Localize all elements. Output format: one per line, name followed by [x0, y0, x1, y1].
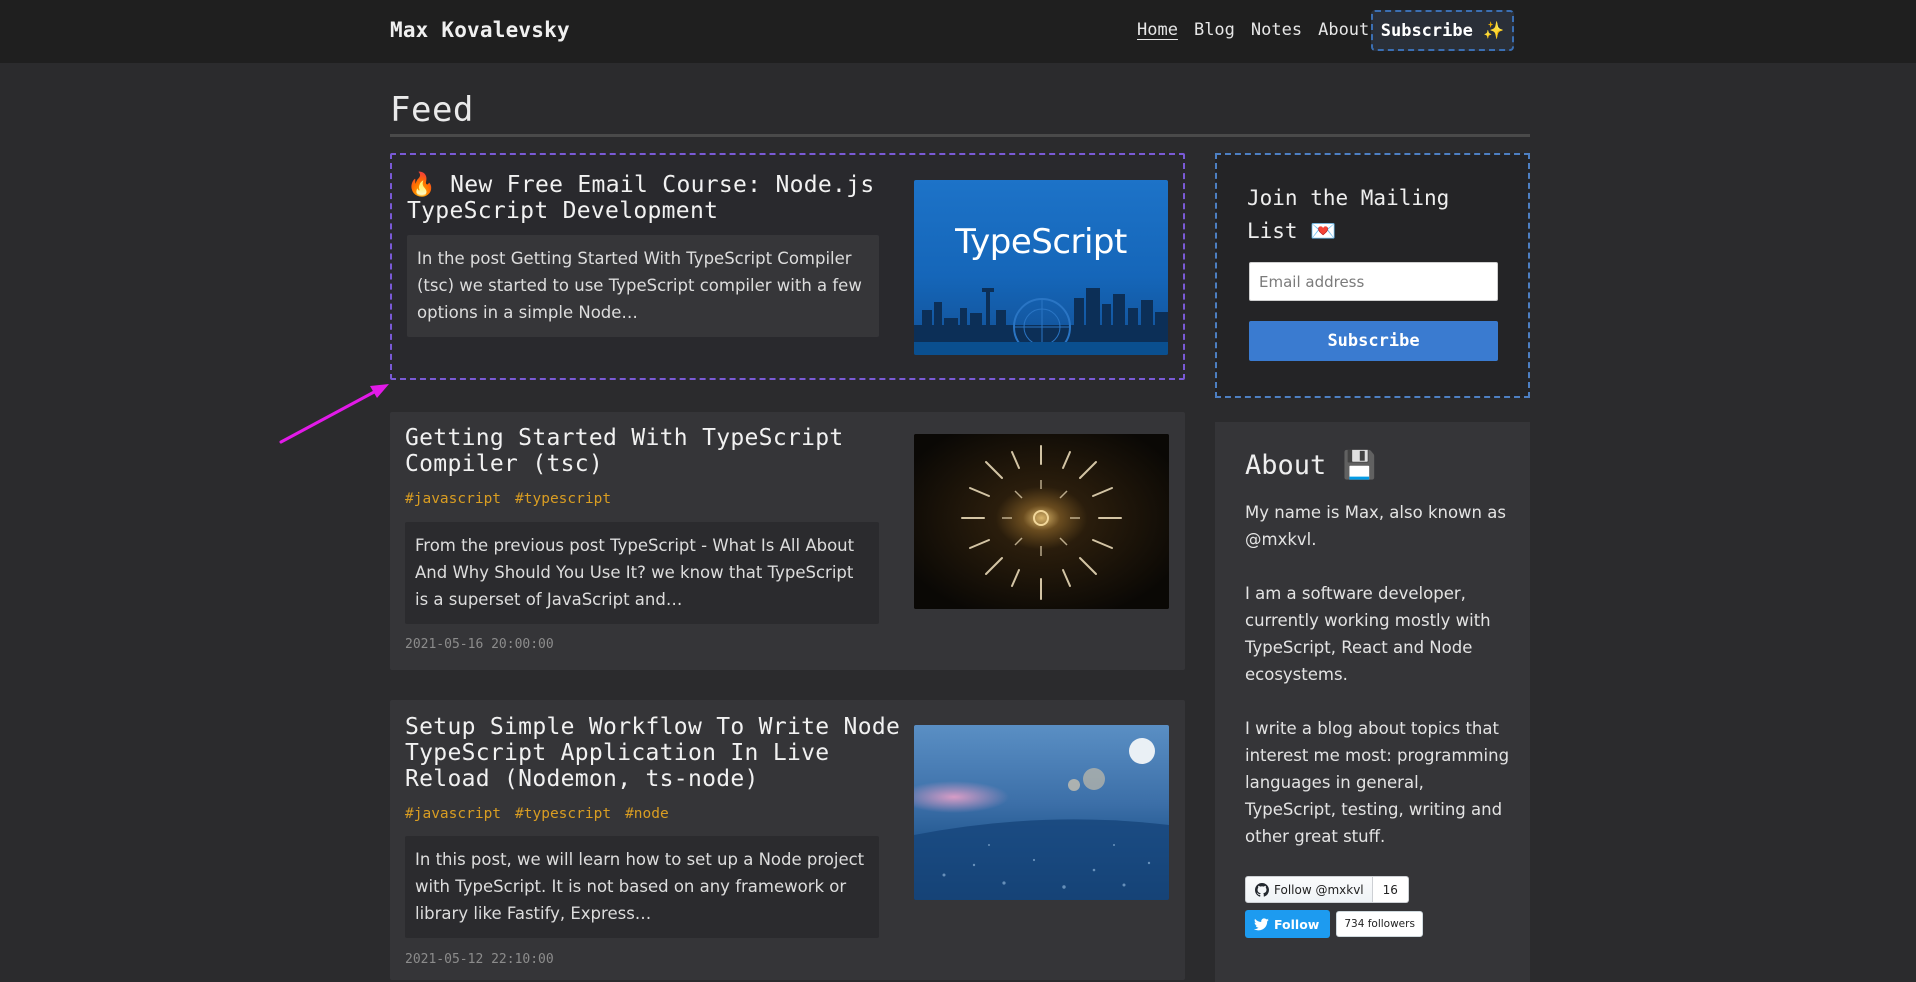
post-excerpt: From the previous post TypeScript - What…: [405, 522, 879, 624]
github-follow-widget[interactable]: Follow @mxkvl 16: [1245, 876, 1409, 903]
about-card: About 💾 My name is Max, also known as @m…: [1215, 422, 1530, 982]
post-card[interactable]: Setup Simple Workflow To Write Node Type…: [390, 700, 1185, 980]
post-card[interactable]: Getting Started With TypeScript Compiler…: [390, 412, 1185, 670]
annotation-arrow-icon: [279, 384, 389, 444]
main-nav: Home Blog Notes About: [1137, 20, 1369, 40]
promo-excerpt: In the post Getting Started With TypeScr…: [407, 235, 879, 337]
post-tags: #javascript #typescript: [405, 491, 611, 507]
github-follow-label: Follow @mxkvl: [1274, 882, 1364, 897]
twitter-follower-count[interactable]: 734 followers: [1336, 911, 1423, 937]
github-follower-count[interactable]: 16: [1372, 876, 1409, 903]
post-tags: #javascript #typescript #node: [405, 806, 669, 822]
email-input[interactable]: [1249, 262, 1498, 301]
top-navbar: Max Kovalevsky Home Blog Notes About Sub…: [0, 0, 1916, 63]
promo-title[interactable]: 🔥 New Free Email Course: Node.js TypeScr…: [407, 172, 887, 224]
post-date: 2021-05-12 22:10:00: [405, 952, 554, 967]
title-divider: [390, 134, 1530, 137]
twitter-follow-button[interactable]: Follow: [1245, 910, 1331, 938]
site-brand[interactable]: Max Kovalevsky: [390, 18, 570, 42]
tag-link[interactable]: #node: [625, 806, 669, 822]
github-icon: [1255, 882, 1269, 897]
twitter-follow-widget[interactable]: Follow 734 followers: [1245, 910, 1423, 938]
post-date: 2021-05-16 20:00:00: [405, 637, 554, 652]
page-title: Feed: [390, 90, 474, 130]
mailing-list-card: Join the Mailing List 💌 Subscribe: [1215, 153, 1530, 398]
twitter-follow-label: Follow: [1274, 916, 1320, 932]
post-thumbnail[interactable]: [914, 434, 1169, 609]
skyline-image: [914, 288, 1168, 355]
typescript-thumbnail[interactable]: TypeScript: [914, 180, 1168, 355]
bokeh-road-image: [914, 725, 1169, 900]
header-subscribe-button[interactable]: Subscribe ✨: [1371, 10, 1514, 51]
nav-home-link[interactable]: Home: [1137, 20, 1178, 40]
tag-link[interactable]: #javascript: [405, 806, 501, 822]
post-thumbnail[interactable]: [914, 725, 1169, 900]
about-paragraph: I am a software developer, currently wor…: [1245, 584, 1491, 684]
github-follow-button[interactable]: Follow @mxkvl: [1245, 876, 1373, 903]
tag-link[interactable]: #javascript: [405, 491, 501, 507]
tag-link[interactable]: #typescript: [515, 806, 611, 822]
about-paragraph: I write a blog about topics that interes…: [1245, 719, 1510, 846]
nav-notes-link[interactable]: Notes: [1251, 20, 1302, 40]
about-title: About 💾: [1245, 450, 1377, 481]
about-paragraph: My name is Max, also known as @mxkvl.: [1245, 503, 1506, 549]
promo-card[interactable]: 🔥 New Free Email Course: Node.js TypeScr…: [390, 153, 1185, 380]
mailing-subscribe-button[interactable]: Subscribe: [1249, 321, 1498, 361]
about-text: My name is Max, also known as @mxkvl. I …: [1245, 499, 1515, 877]
post-title[interactable]: Setup Simple Workflow To Write Node Type…: [405, 714, 925, 792]
mailing-title: Join the Mailing List 💌: [1247, 186, 1450, 243]
nav-about-link[interactable]: About: [1318, 20, 1369, 40]
twitter-bird-icon: [1254, 917, 1269, 930]
post-title[interactable]: Getting Started With TypeScript Compiler…: [405, 425, 925, 477]
post-excerpt: In this post, we will learn how to set u…: [405, 836, 879, 938]
nav-blog-link[interactable]: Blog: [1194, 20, 1235, 40]
tunnel-image: [914, 434, 1169, 609]
tag-link[interactable]: #typescript: [515, 491, 611, 507]
